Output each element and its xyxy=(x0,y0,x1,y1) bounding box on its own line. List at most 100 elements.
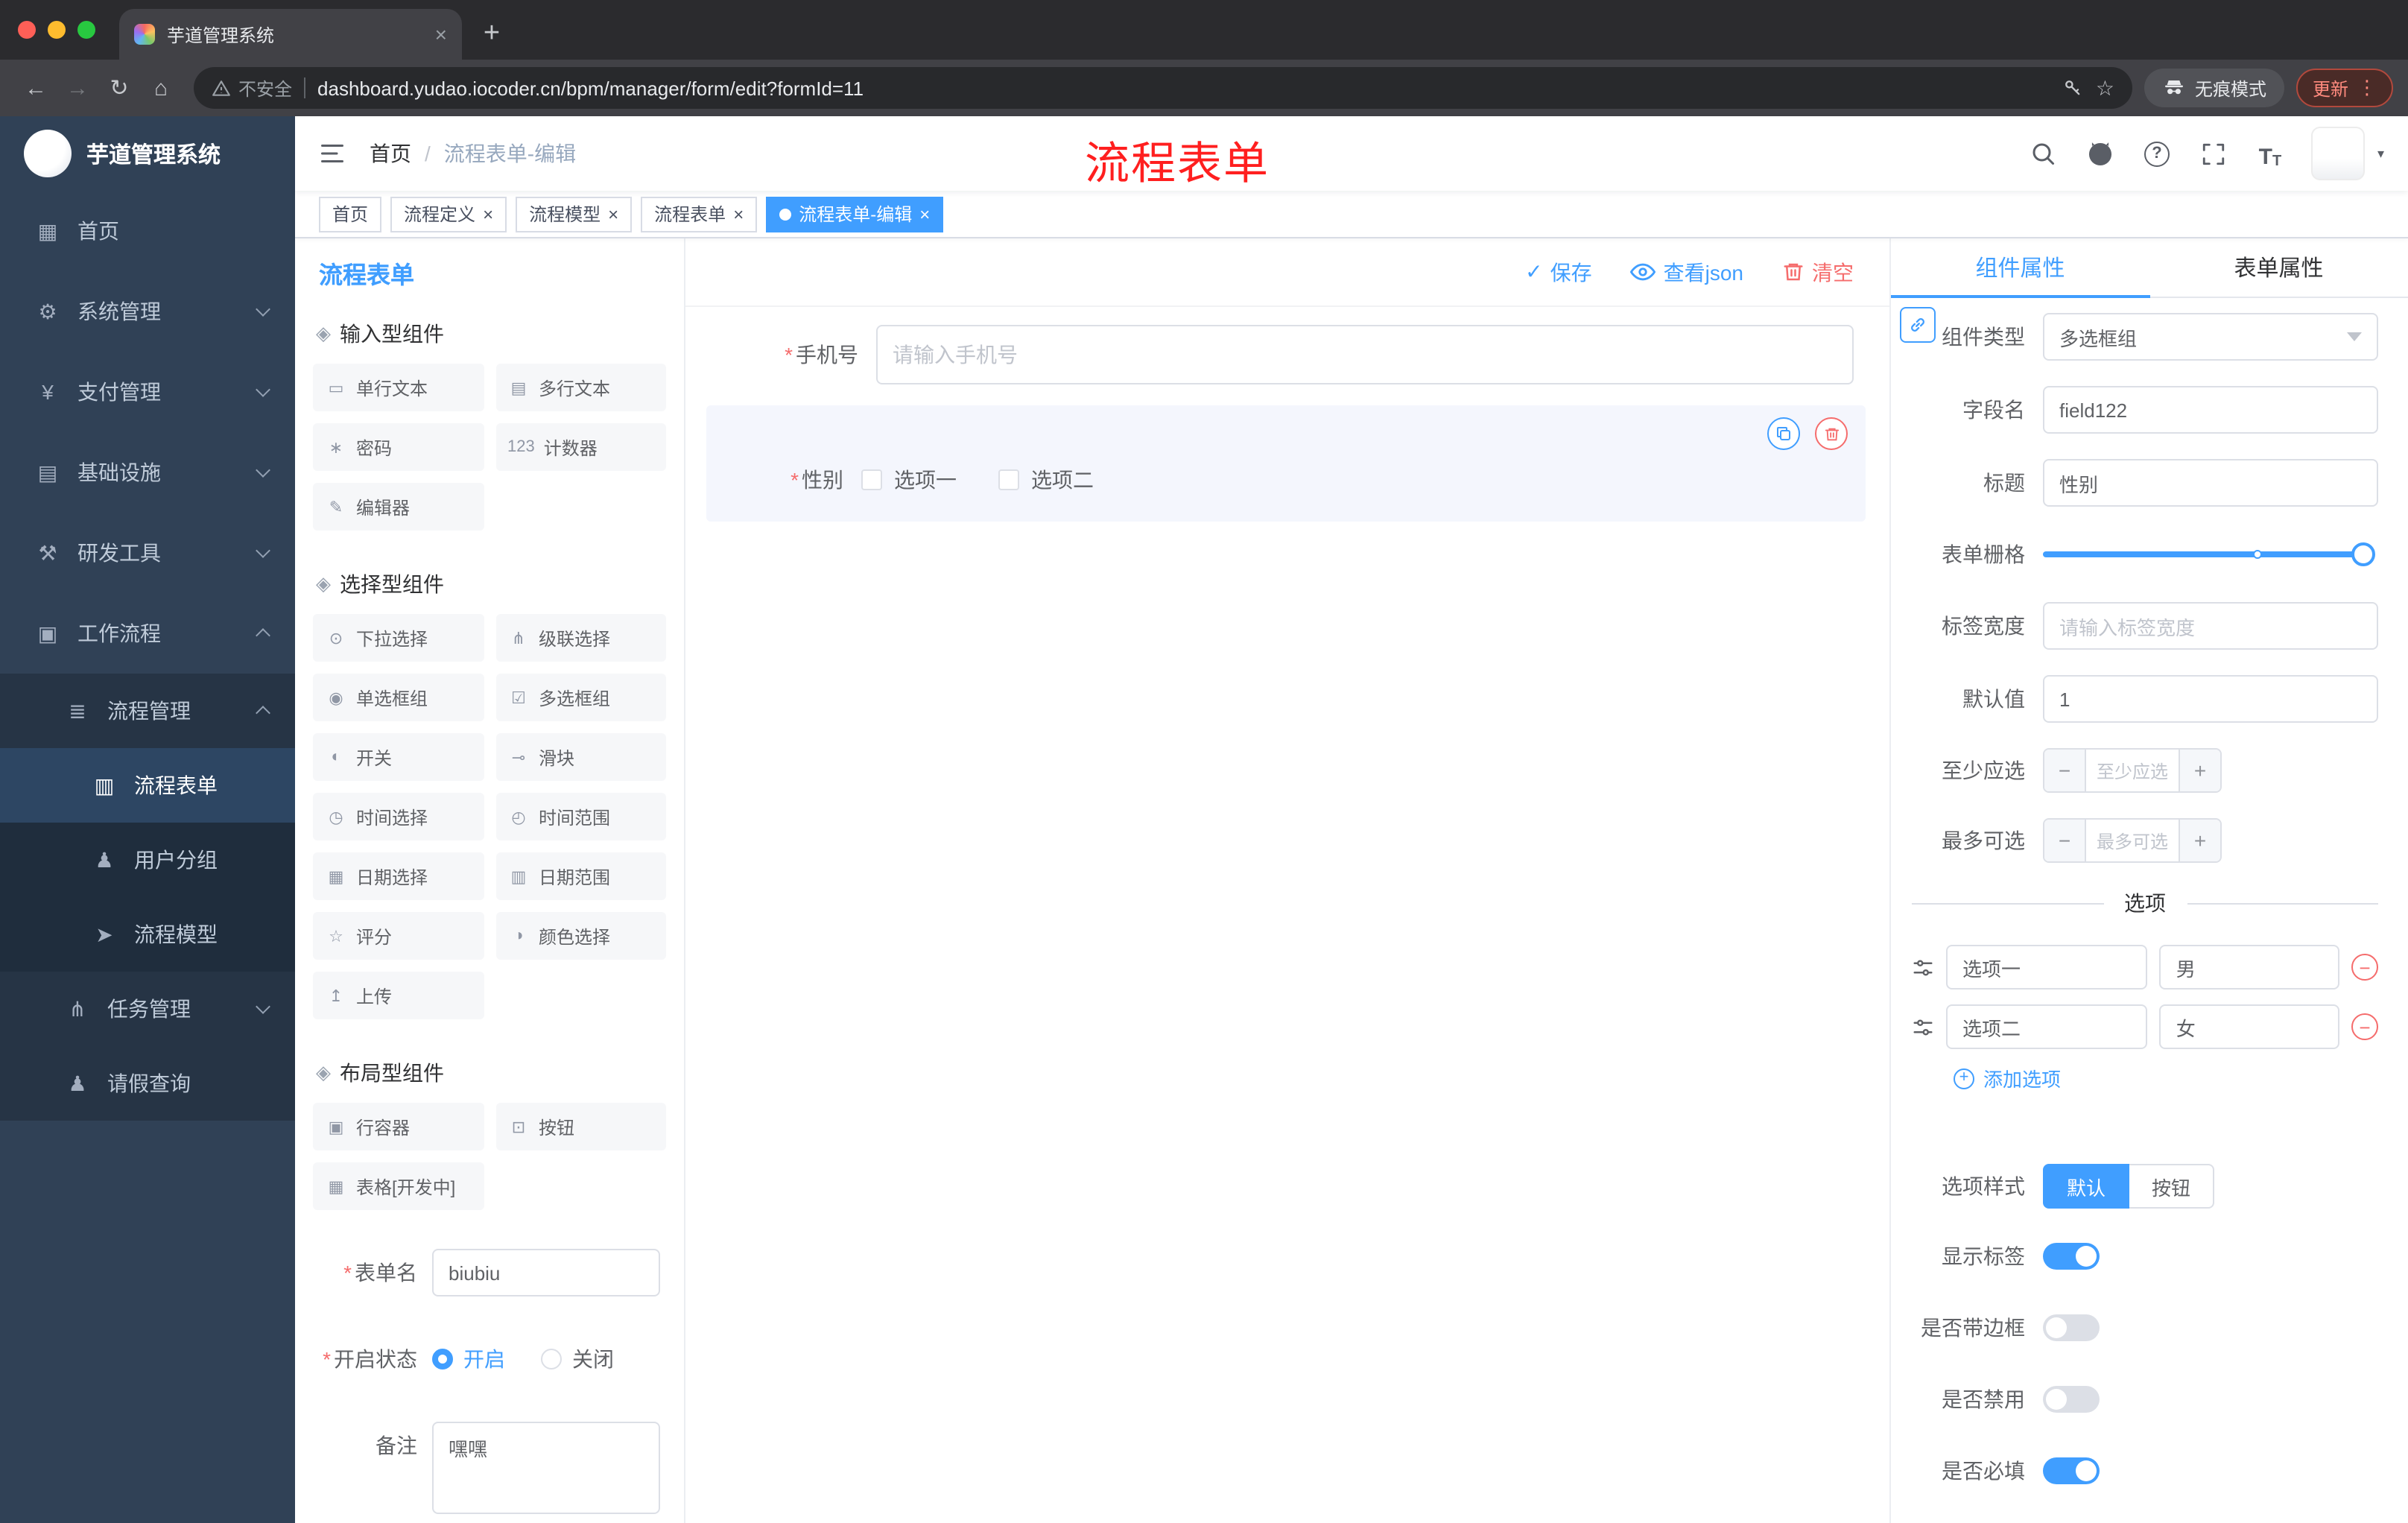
segmented-option[interactable]: 按钮 xyxy=(2129,1164,2215,1209)
sidebar-item[interactable]: ≣ 流程管理 xyxy=(0,674,295,748)
component-button[interactable]: ⊙ 下拉选择 xyxy=(313,614,484,662)
user-avatar[interactable] xyxy=(2311,127,2366,180)
checkbox-option[interactable]: 选项二 xyxy=(998,465,1094,495)
component-button[interactable]: ⊡ 按钮 xyxy=(495,1103,666,1150)
component-button[interactable]: ◉ 单选框组 xyxy=(313,674,484,721)
drag-handle-icon[interactable] xyxy=(1912,1016,1934,1038)
sidebar-item[interactable]: ♟ 用户分组 xyxy=(0,823,295,897)
remove-option-button[interactable]: − xyxy=(2351,954,2378,981)
stepper-plus-button[interactable]: + xyxy=(2179,750,2220,791)
tab-close-icon[interactable]: × xyxy=(435,24,447,45)
label-width-input[interactable]: 请输入标签宽度 xyxy=(2043,602,2378,650)
component-button[interactable]: ⋔ 级联选择 xyxy=(495,614,666,662)
component-button[interactable]: ∗ 密码 xyxy=(313,423,484,471)
save-button[interactable]: ✓ 保存 xyxy=(1525,257,1591,287)
new-tab-button[interactable]: + xyxy=(471,13,513,55)
component-button[interactable]: ☆ 评分 xyxy=(313,912,484,960)
address-bar[interactable]: 不安全 dashboard.yudao.iocoder.cn/bpm/manag… xyxy=(194,67,2132,109)
component-button[interactable]: ⊸ 滑块 xyxy=(495,733,666,781)
canvas-field-gender-selected[interactable]: * 性别 选项一 选项二 xyxy=(706,405,1866,522)
tab-component-props[interactable]: 组件属性 xyxy=(1891,238,2149,298)
canvas-field-phone[interactable]: * 手机号 请输入手机号 xyxy=(721,325,1854,384)
component-button[interactable]: ▭ 单行文本 xyxy=(313,364,484,411)
delete-field-button[interactable] xyxy=(1815,417,1848,450)
security-indicator[interactable]: 不安全 xyxy=(212,75,292,101)
toggle-switch[interactable] xyxy=(2043,1243,2100,1270)
tag-close-icon[interactable]: × xyxy=(483,205,493,223)
reload-button[interactable]: ↻ xyxy=(98,67,140,109)
copy-field-button[interactable] xyxy=(1767,417,1800,450)
checkbox-icon[interactable] xyxy=(861,469,882,490)
zoom-window-button[interactable] xyxy=(77,21,95,39)
option-label-input[interactable]: 选项一 xyxy=(1946,945,2148,990)
component-button[interactable]: ☑ 多选框组 xyxy=(495,674,666,721)
option-value-input[interactable]: 男 xyxy=(2159,945,2339,990)
phone-input[interactable]: 请输入手机号 xyxy=(876,325,1854,384)
component-button[interactable]: ▣ 行容器 xyxy=(313,1103,484,1150)
search-icon[interactable] xyxy=(2029,137,2059,170)
sidebar-item[interactable]: ➤ 流程模型 xyxy=(0,897,295,972)
avatar-caret-icon[interactable]: ▾ xyxy=(2377,145,2384,162)
checkbox-icon[interactable] xyxy=(998,469,1019,490)
tab-tag[interactable]: 流程模型 × xyxy=(516,196,633,232)
component-button[interactable]: ▥ 日期范围 xyxy=(495,852,666,900)
sidebar-item[interactable]: ▦ 首页 xyxy=(0,191,295,271)
tag-close-icon[interactable]: × xyxy=(608,205,618,223)
sidebar-item[interactable]: ⋔ 任务管理 xyxy=(0,972,295,1046)
component-type-select[interactable]: 多选框组 xyxy=(2043,313,2378,361)
toggle-switch[interactable] xyxy=(2043,1386,2100,1413)
toggle-switch[interactable] xyxy=(2043,1314,2100,1341)
tab-form-props[interactable]: 表单属性 xyxy=(2149,238,2408,297)
font-size-icon[interactable]: TT xyxy=(2255,137,2285,170)
password-key-icon[interactable] xyxy=(2063,77,2084,98)
checkbox-option[interactable]: 选项一 xyxy=(861,465,957,495)
radio-status-off[interactable]: 关闭 xyxy=(541,1344,614,1374)
link-button[interactable] xyxy=(1900,307,1936,343)
option-value-input[interactable]: 女 xyxy=(2159,1004,2339,1049)
help-icon[interactable]: ? xyxy=(2142,137,2172,170)
component-button[interactable]: 123 计数器 xyxy=(495,423,666,471)
component-button[interactable]: ◴ 时间范围 xyxy=(495,793,666,840)
sidebar-item[interactable]: ▤ 基础设施 xyxy=(0,432,295,513)
radio-status-on[interactable]: 开启 xyxy=(432,1344,505,1374)
browser-tab[interactable]: 芋道管理系统 × xyxy=(119,9,462,60)
add-option-button[interactable]: + 添加选项 xyxy=(1954,1064,2378,1092)
sidebar-item[interactable]: ▣ 工作流程 xyxy=(0,593,295,674)
option-label-input[interactable]: 选项二 xyxy=(1946,1004,2148,1049)
component-button[interactable]: ▦ 日期选择 xyxy=(313,852,484,900)
component-button[interactable]: ✎ 编辑器 xyxy=(313,483,484,531)
remove-option-button[interactable]: − xyxy=(2351,1013,2378,1040)
sidebar-item[interactable]: ▥ 流程表单 xyxy=(0,748,295,823)
back-button[interactable]: ← xyxy=(15,67,57,109)
stepper-plus-button[interactable]: + xyxy=(2179,820,2220,861)
stepper-minus-button[interactable]: − xyxy=(2044,820,2086,861)
component-button[interactable]: ◷ 时间选择 xyxy=(313,793,484,840)
browser-menu-icon[interactable]: ⋮ xyxy=(2357,76,2377,100)
component-button[interactable]: ▦ 表格[开发中] xyxy=(313,1162,484,1210)
tag-close-icon[interactable]: × xyxy=(919,205,930,223)
component-button[interactable]: ◐ 开关 xyxy=(313,733,484,781)
stepper-minus-button[interactable]: − xyxy=(2044,750,2086,791)
sidebar-item[interactable]: ♟ 请假查询 xyxy=(0,1046,295,1121)
tab-tag[interactable]: 流程表单 × xyxy=(641,196,758,232)
hamburger-icon[interactable] xyxy=(319,140,346,167)
toggle-switch[interactable] xyxy=(2043,1457,2100,1484)
drag-handle-icon[interactable] xyxy=(1912,956,1934,978)
sidebar-logo[interactable]: 芋道管理系统 xyxy=(0,116,295,191)
home-button[interactable]: ⌂ xyxy=(140,67,182,109)
github-icon[interactable] xyxy=(2085,137,2115,170)
segmented-option[interactable]: 默认 xyxy=(2043,1164,2130,1209)
browser-update-button[interactable]: 更新 ⋮ xyxy=(2295,69,2393,107)
bookmark-star-icon[interactable]: ☆ xyxy=(2096,75,2114,101)
slider-handle[interactable] xyxy=(2351,542,2375,566)
fullscreen-icon[interactable] xyxy=(2199,137,2228,170)
form-grid-slider[interactable] xyxy=(2043,542,2375,566)
clear-button[interactable]: 清空 xyxy=(1782,257,1854,287)
component-button[interactable]: ↥ 上传 xyxy=(313,972,484,1019)
component-button[interactable]: ▤ 多行文本 xyxy=(495,364,666,411)
min-select-input[interactable]: 至少应选 xyxy=(2086,750,2179,791)
title-input[interactable]: 性别 xyxy=(2043,459,2378,507)
sidebar-item[interactable]: ⚒ 研发工具 xyxy=(0,513,295,593)
max-select-input[interactable]: 最多可选 xyxy=(2086,820,2179,861)
view-json-button[interactable]: 查看json xyxy=(1630,257,1743,287)
